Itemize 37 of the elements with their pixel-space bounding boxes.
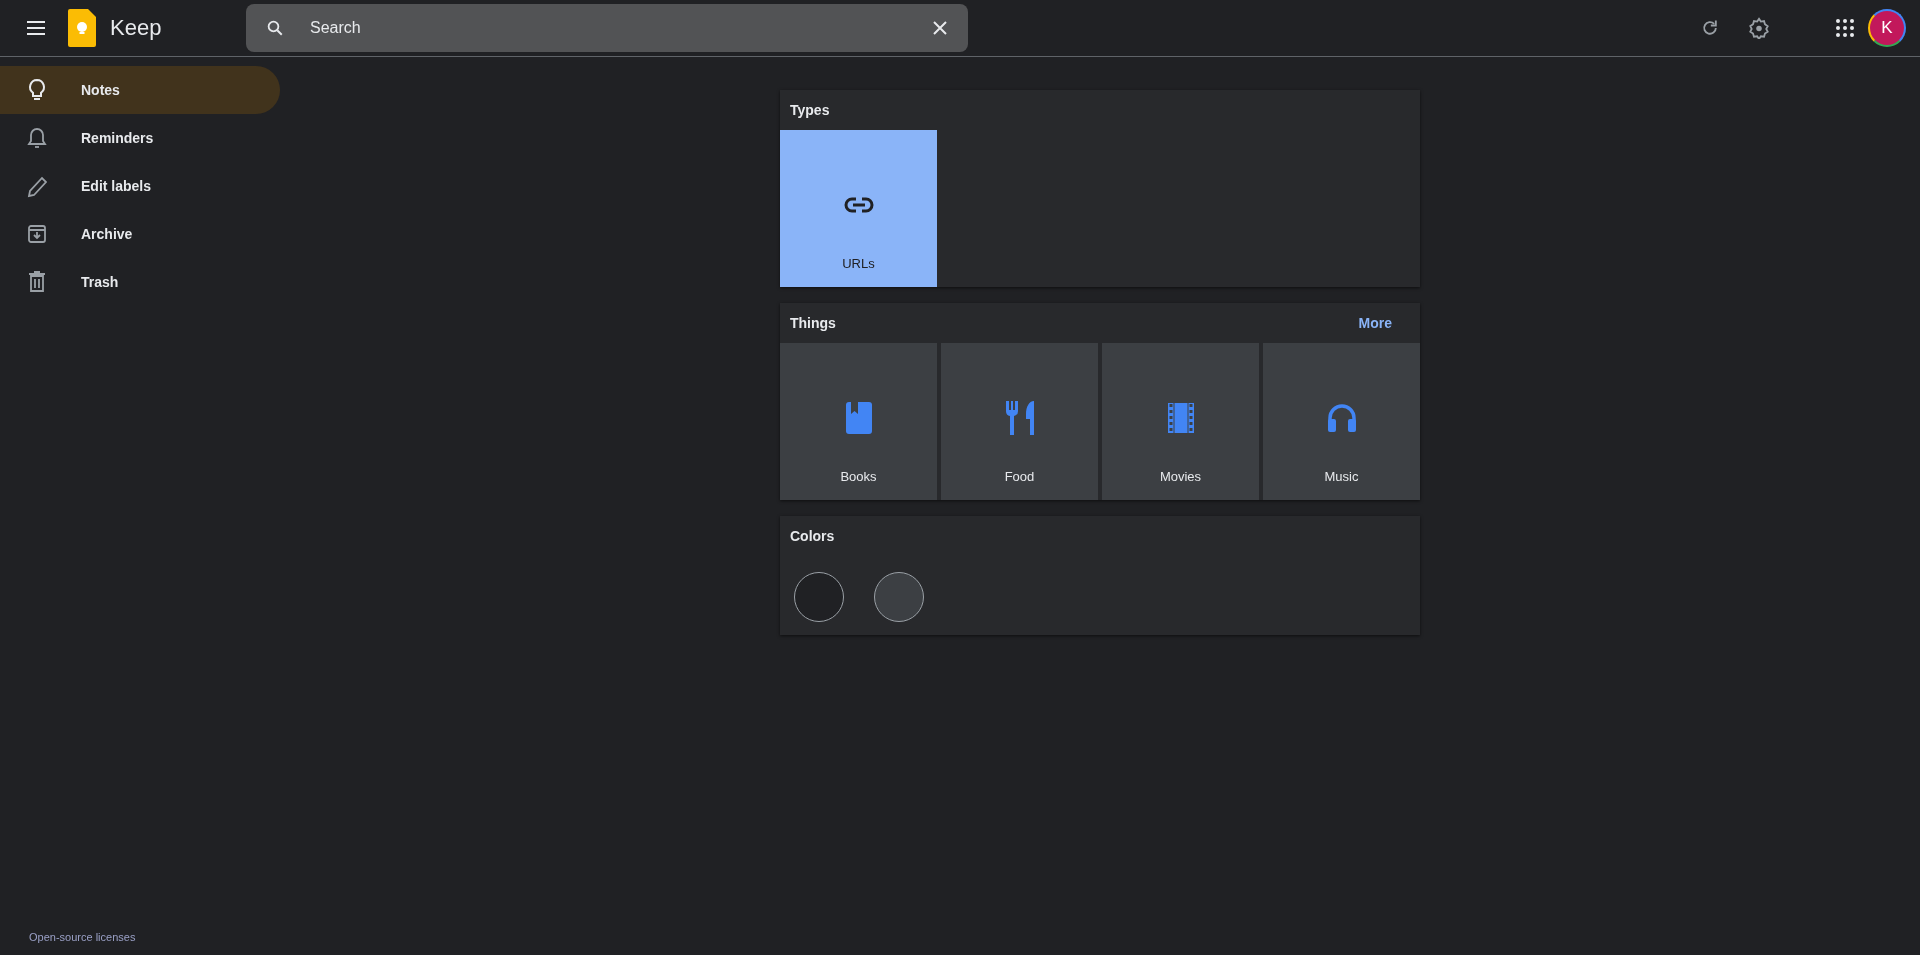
section-title: Things [790, 315, 836, 331]
headphones-icon [1326, 401, 1357, 435]
category-tile[interactable]: Food [941, 343, 1098, 500]
trash-icon [27, 270, 47, 294]
category-tile[interactable]: URLs [780, 130, 937, 287]
sidebar-item[interactable]: Trash [0, 258, 280, 306]
color-swatch[interactable] [794, 572, 844, 622]
archive-icon [27, 222, 47, 246]
more-link[interactable]: More [1358, 315, 1392, 331]
section-title: Colors [790, 528, 835, 544]
app-name: Keep [110, 15, 162, 41]
search-field[interactable]: Search [246, 4, 968, 52]
category-tile[interactable]: Music [1263, 343, 1420, 500]
sidebar-item[interactable]: Notes [0, 66, 280, 114]
category-tile[interactable]: Movies [1102, 343, 1259, 500]
section-title: Types [790, 102, 830, 118]
bell-icon [27, 126, 47, 150]
settings-icon[interactable] [1748, 17, 1770, 39]
book-icon [845, 401, 872, 435]
sidebar-item[interactable]: Reminders [0, 114, 280, 162]
lightbulb-icon [27, 78, 47, 102]
account-avatar[interactable]: K [1868, 9, 1906, 47]
sidebar-item[interactable]: Edit labels [0, 162, 280, 210]
search-icon [266, 19, 284, 37]
pencil-icon [27, 174, 47, 198]
sidebar-item[interactable]: Archive [0, 210, 280, 258]
category-tile[interactable]: Books [780, 343, 937, 500]
color-swatch[interactable] [874, 572, 924, 622]
menu-icon [26, 21, 46, 35]
apps-grid-icon[interactable] [1836, 19, 1854, 37]
close-icon[interactable] [932, 20, 948, 36]
licenses-link[interactable]: Open-source licenses [29, 931, 136, 943]
refresh-icon[interactable] [1700, 18, 1720, 38]
keep-logo-icon [68, 9, 96, 47]
fork-knife-icon [1004, 401, 1035, 435]
film-strip-icon [1167, 401, 1194, 435]
search-input[interactable]: Search [310, 19, 906, 37]
